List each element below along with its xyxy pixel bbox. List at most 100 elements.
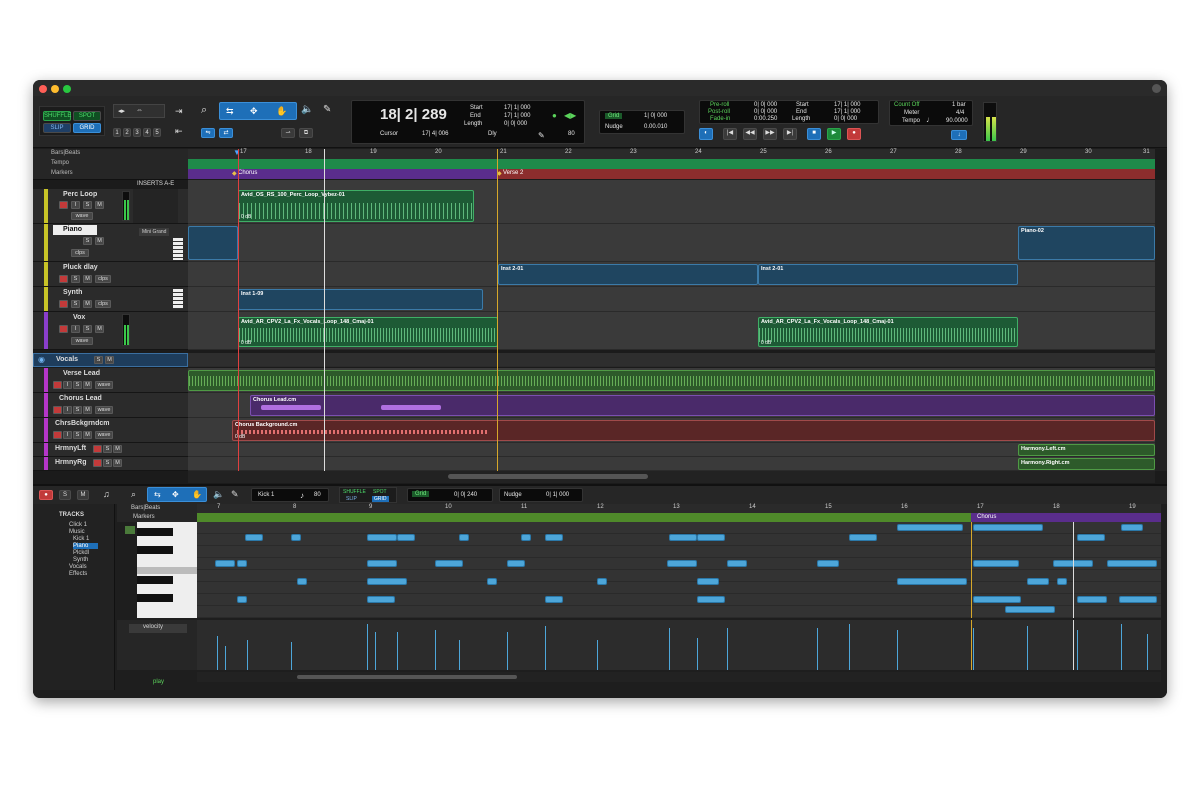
zoom-preset-4[interactable]: 4	[143, 128, 151, 137]
clip-piano-01[interactable]	[188, 226, 238, 260]
record-enable-button[interactable]	[53, 381, 62, 389]
lane-chorus-lead[interactable]: Chorus Lead.cm	[188, 393, 1155, 418]
zoom-buttons[interactable]: ◂▸ ⇔	[113, 104, 165, 118]
midi-markers-ruler-label[interactable]: Markers	[133, 514, 155, 520]
link-timeline-icon[interactable]: ⇋	[201, 128, 215, 138]
midi-note[interactable]	[435, 560, 463, 567]
pencil-tool-icon[interactable]: ✎	[323, 104, 331, 115]
mute-button[interactable]: M	[95, 237, 104, 245]
lane-verse-lead[interactable]	[188, 368, 1155, 393]
track-pluck-dlay[interactable]: Pluck dlay S M clps	[33, 262, 188, 287]
marker-chorus-bar[interactable]: Chorus ◆	[188, 169, 497, 179]
midi-note[interactable]	[667, 560, 697, 567]
view-selector[interactable]: wave	[95, 431, 113, 439]
midi-chorus-marker[interactable]: Chorus	[971, 513, 1161, 522]
track-list-item[interactable]: Effects	[69, 571, 87, 577]
midi-record-icon[interactable]: ●	[39, 490, 53, 500]
midi-note[interactable]	[507, 560, 525, 567]
track-piano[interactable]: Piano S M clps Mini Grand	[33, 224, 188, 262]
midi-marker-bar[interactable]	[197, 513, 971, 522]
velocity-bar[interactable]	[1077, 630, 1078, 670]
trim-tool-icon[interactable]: ⇆	[226, 106, 234, 117]
view-selector[interactable]: wave	[95, 406, 113, 414]
folder-expand-icon[interactable]: ◉	[38, 355, 45, 364]
velocity-bar[interactable]	[1027, 626, 1028, 670]
track-chrs-bckgrndcm[interactable]: ChrsBckgrndcm I S M wave	[33, 418, 188, 443]
zoom-out-icon[interactable]: ◂▸	[118, 107, 125, 115]
midi-zoom-icon[interactable]: ⌕	[131, 489, 136, 500]
record-enable-button[interactable]	[93, 459, 102, 467]
track-list-item[interactable]: Music	[69, 529, 85, 535]
midi-smart-tool[interactable]: ⇆ ✥ ✋	[147, 487, 207, 502]
solo-button[interactable]: S	[71, 275, 80, 283]
midi-note[interactable]	[397, 534, 415, 541]
solo-button[interactable]: S	[73, 381, 82, 389]
velocity-bar[interactable]	[397, 632, 398, 670]
grabber-tool-icon[interactable]: ✋	[276, 106, 287, 117]
slip-mode-button[interactable]: SLIP	[43, 123, 71, 133]
fast-forward-icon[interactable]: ▶▶	[763, 128, 777, 140]
velocity-bar[interactable]	[1147, 634, 1148, 670]
track-list-item[interactable]: Plckdl	[73, 550, 89, 556]
preroll-value[interactable]: 0| 0| 000	[754, 102, 777, 108]
vertical-scrollbar[interactable]	[1155, 180, 1167, 471]
midi-note[interactable]	[245, 534, 263, 541]
clip-perc-loop[interactable]: Avid_OS_RS_100_Perc_Loop_Vybez-01 0 dB	[238, 190, 474, 222]
countoff-value[interactable]: 1 bar	[952, 102, 966, 108]
midi-track-color-chip[interactable]	[125, 526, 135, 534]
midi-input-icon[interactable]: ●	[552, 111, 557, 120]
online-icon[interactable]: ◐	[699, 128, 713, 140]
clip-vox-02[interactable]: Avid_AR_CPV2_La_Fx_Vocals_Loop_148_Cmaj-…	[758, 317, 1018, 347]
velocity-bar[interactable]	[973, 628, 974, 670]
mute-button[interactable]: M	[105, 356, 114, 364]
grid-value[interactable]: 1| 0| 000	[644, 113, 667, 119]
clip-chorus-lead[interactable]: Chorus Lead.cm	[250, 395, 1155, 416]
midi-note[interactable]	[697, 534, 725, 541]
shuffle-mode-button[interactable]: SHUFFLE	[43, 111, 71, 121]
solo-button[interactable]: S	[103, 445, 112, 453]
velocity-lane[interactable]	[197, 620, 1161, 670]
scrubber-tool-icon[interactable]: 🔈	[301, 104, 313, 115]
lane-hrmny-rg[interactable]: Harmony.Right.cm	[188, 457, 1155, 471]
clip-inst2-a[interactable]: Inst 2-01	[498, 264, 758, 285]
smart-tool-group[interactable]: ⇆ ✥ ✋	[219, 102, 297, 120]
track-chorus-lead[interactable]: Chorus Lead I S M wave	[33, 393, 188, 418]
folder-track-vocals[interactable]: Vocals S M ◉	[33, 353, 188, 367]
input-monitor-button[interactable]: I	[71, 201, 80, 209]
view-selector[interactable]: clps	[95, 275, 111, 283]
view-selector[interactable]: clps	[95, 300, 111, 308]
track-hrmny-rg[interactable]: HrmnyRg S M	[33, 457, 188, 471]
transport-end-value[interactable]: 17| 1| 000	[834, 109, 860, 115]
track-name[interactable]: ChrsBckgrndcm	[55, 420, 109, 427]
midi-note[interactable]	[697, 596, 725, 603]
velocity-bar[interactable]	[545, 626, 546, 670]
midi-note[interactable]	[1121, 524, 1143, 531]
midi-note[interactable]	[849, 534, 877, 541]
note-tool-icon[interactable]: ♫	[103, 489, 110, 499]
velocity-bar[interactable]	[435, 630, 436, 670]
fadein-value[interactable]: 0:00.250	[754, 116, 777, 122]
track-name[interactable]: Verse Lead	[63, 370, 100, 377]
midi-note[interactable]	[1057, 578, 1067, 585]
solo-button[interactable]: S	[73, 431, 82, 439]
bars-beats-ruler-label[interactable]: Bars|Beats	[51, 150, 80, 156]
lane-chrs-bckgrnd[interactable]: Chorus Background.cm 0 dB	[188, 418, 1155, 443]
view-selector[interactable]: wave	[71, 212, 93, 220]
lane-pluck-dlay[interactable]: Inst 2-01 Inst 2-01	[188, 262, 1155, 287]
lane-perc-loop[interactable]: Avid_OS_RS_100_Perc_Loop_Vybez-01 0 dB	[188, 180, 1155, 224]
track-name[interactable]: Vox	[73, 314, 85, 321]
midi-note[interactable]	[487, 578, 497, 585]
solo-button[interactable]: S	[83, 237, 92, 245]
playhead-marker-icon[interactable]: ▼	[233, 148, 241, 157]
track-name[interactable]: Pluck dlay	[63, 264, 98, 271]
input-monitor-button[interactable]: I	[63, 406, 72, 414]
clip-piano-02[interactable]: Piano-02	[1018, 226, 1155, 260]
track-perc-loop[interactable]: Perc Loop I S M wave	[33, 189, 188, 224]
midi-note[interactable]	[367, 560, 397, 567]
solo-button[interactable]: S	[71, 300, 80, 308]
input-monitor-button[interactable]: I	[63, 431, 72, 439]
rewind-icon[interactable]: ◀◀	[743, 128, 757, 140]
link-track-icon[interactable]: ⇄	[219, 128, 233, 138]
tempo-ruler-label[interactable]: Tempo	[51, 160, 69, 166]
zoom-window-button[interactable]	[63, 85, 71, 93]
